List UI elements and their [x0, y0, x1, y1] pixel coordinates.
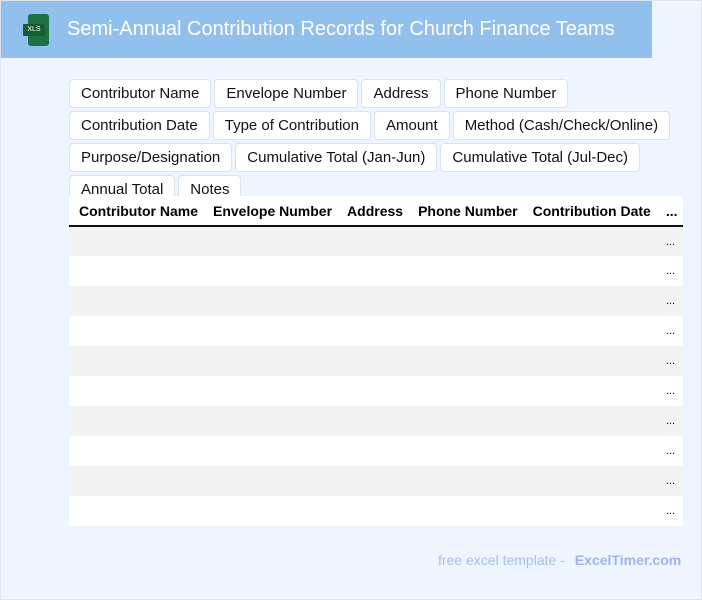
table-cell	[203, 406, 338, 436]
table-cell	[203, 316, 338, 346]
field-chip[interactable]: Address	[361, 79, 441, 108]
table-cell	[337, 316, 409, 346]
column-header: Phone Number	[408, 196, 523, 227]
column-header: Envelope Number	[203, 196, 338, 227]
table-cell	[203, 376, 338, 406]
records-table: Contributor Name Envelope Number Address Ph…	[69, 196, 684, 526]
table-cell	[522, 436, 656, 466]
table-cell	[408, 286, 523, 316]
table-cell	[203, 496, 338, 526]
field-chip[interactable]: Method (Cash/Check/Online)	[452, 111, 671, 140]
table-cell	[337, 376, 409, 406]
field-chip[interactable]: Envelope Number	[214, 79, 359, 108]
table-row: ...	[69, 346, 684, 376]
field-chip[interactable]: Phone Number	[443, 79, 569, 108]
table-cell	[69, 376, 203, 406]
table-cell	[522, 226, 656, 256]
footer: free excel template - ExcelTimer.com	[438, 552, 681, 568]
table-cell	[337, 466, 409, 496]
more-cell: ...	[655, 406, 684, 436]
table-row: ...	[69, 316, 684, 346]
field-chip[interactable]: Contributor Name	[69, 79, 212, 108]
table-cell	[337, 226, 409, 256]
table-cell	[408, 226, 523, 256]
table-row: ...	[69, 406, 684, 436]
table-row: ...	[69, 466, 684, 496]
field-chips: Contributor Name Envelope Number Address Ph…	[69, 79, 699, 204]
table-cell	[522, 316, 656, 346]
more-cell: ...	[655, 286, 684, 316]
table-cell	[522, 466, 656, 496]
field-chip[interactable]: Cumulative Total (Jul-Dec)	[440, 143, 641, 172]
column-header: Contribution Date	[522, 196, 656, 227]
more-cell: ...	[655, 436, 684, 466]
field-chip[interactable]: Cumulative Total (Jan-Jun)	[235, 143, 438, 172]
table-cell	[203, 256, 338, 286]
table-cell	[69, 226, 203, 256]
header-banner: XLS Semi-Annual Contribution Records for…	[1, 1, 652, 58]
column-header: Address	[337, 196, 409, 227]
xls-file-icon: XLS	[23, 13, 51, 46]
field-chip[interactable]: Amount	[373, 111, 450, 140]
table-cell	[69, 436, 203, 466]
footer-text: free excel template -	[438, 552, 565, 568]
table-cell	[69, 286, 203, 316]
table-cell	[408, 496, 523, 526]
table-row: ...	[69, 376, 684, 406]
field-chip[interactable]: Purpose/Designation	[69, 143, 233, 172]
table-cell	[337, 436, 409, 466]
table-cell	[408, 466, 523, 496]
table-cell	[522, 256, 656, 286]
table-cell	[522, 496, 656, 526]
table-cell	[337, 496, 409, 526]
more-cell: ...	[655, 376, 684, 406]
table-row: ...	[69, 286, 684, 316]
table-cell	[522, 286, 656, 316]
more-cell: ...	[655, 466, 684, 496]
more-cell: ...	[655, 496, 684, 526]
table-cell	[69, 346, 203, 376]
table-cell	[408, 406, 523, 436]
table-cell	[69, 406, 203, 436]
table-cell	[522, 376, 656, 406]
table-cell	[69, 316, 203, 346]
table-cell	[69, 466, 203, 496]
table-cell	[522, 406, 656, 436]
table-cell	[408, 436, 523, 466]
table-cell	[69, 256, 203, 286]
table-cell	[203, 436, 338, 466]
table-row: ...	[69, 496, 684, 526]
table-cell	[408, 376, 523, 406]
field-chip[interactable]: Contribution Date	[69, 111, 210, 140]
table-cell	[337, 256, 409, 286]
table-cell	[337, 286, 409, 316]
table-cell	[408, 346, 523, 376]
table-row: ...	[69, 436, 684, 466]
table-cell	[203, 286, 338, 316]
table-cell	[337, 406, 409, 436]
table-cell	[408, 256, 523, 286]
more-cell: ...	[655, 226, 684, 256]
column-header: Contributor Name	[69, 196, 203, 227]
table-cell	[522, 346, 656, 376]
table-cell	[337, 346, 409, 376]
table-cell	[203, 226, 338, 256]
table-cell	[408, 316, 523, 346]
table-cell	[203, 466, 338, 496]
more-cell: ...	[655, 256, 684, 286]
table-row: ...	[69, 226, 684, 256]
page-title: Semi-Annual Contribution Records for Chu…	[67, 18, 615, 40]
column-header: ...	[655, 196, 684, 227]
table-cell	[203, 346, 338, 376]
more-cell: ...	[655, 346, 684, 376]
more-cell: ...	[655, 316, 684, 346]
footer-brand-link[interactable]: ExcelTimer.com	[575, 552, 681, 568]
field-chip[interactable]: Type of Contribution	[212, 111, 371, 140]
table-row: ...	[69, 256, 684, 286]
table-cell	[69, 496, 203, 526]
